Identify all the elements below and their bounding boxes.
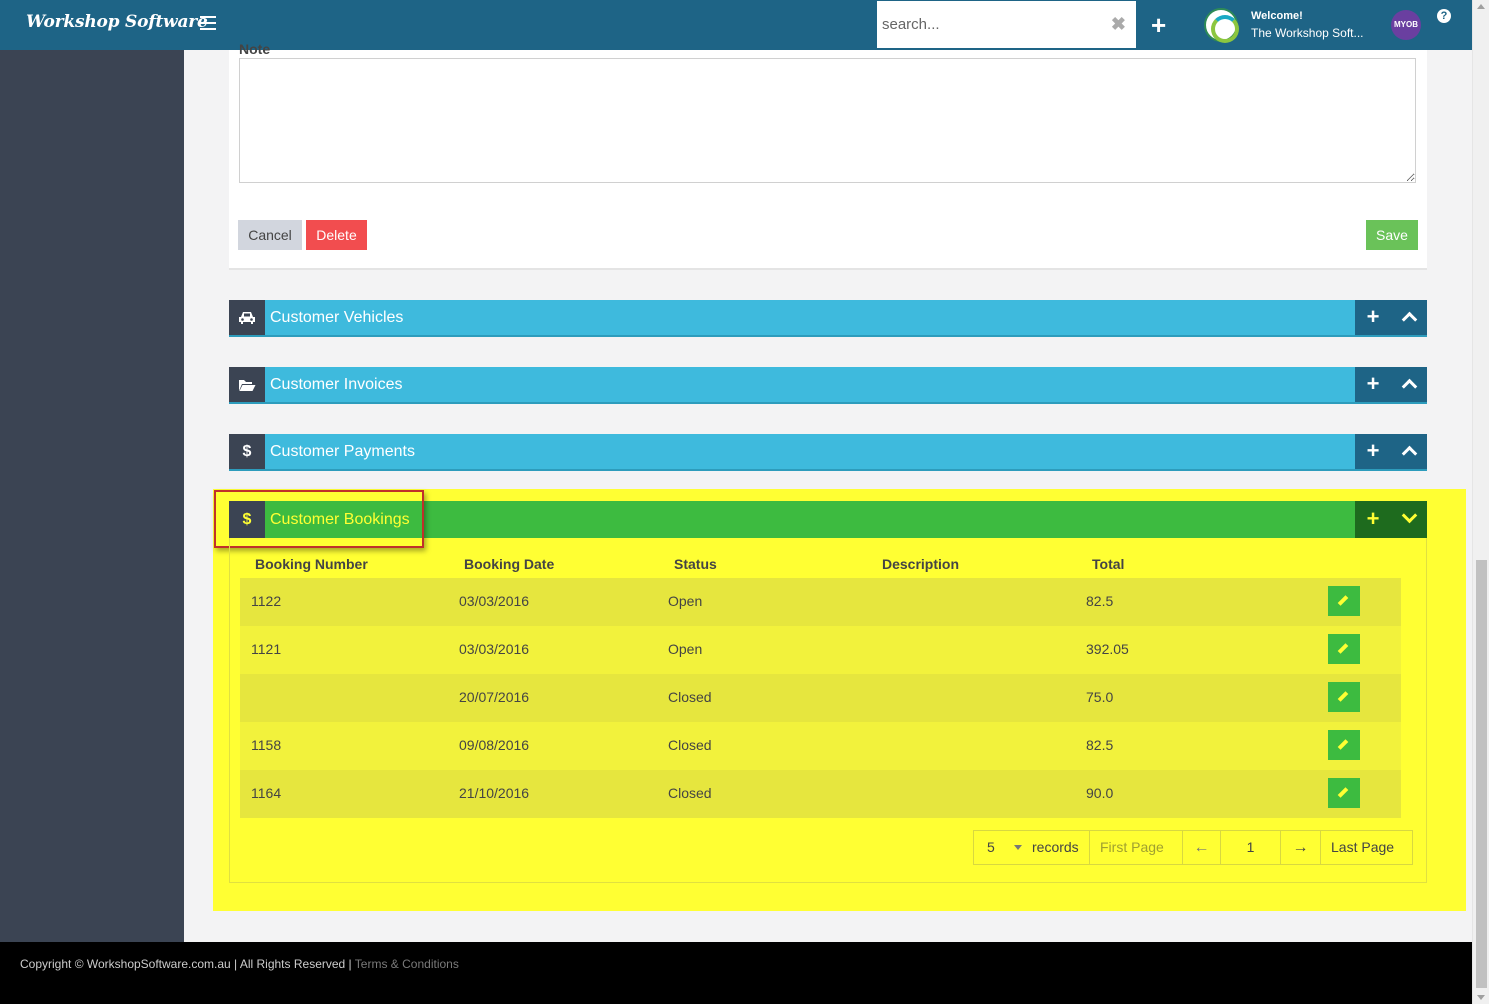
save-button[interactable]: Save xyxy=(1366,220,1418,250)
booking-status: Open xyxy=(668,593,703,609)
table-row: 1121 03/03/2016 Open 392.05 xyxy=(240,626,1401,674)
delete-button[interactable]: Delete xyxy=(306,220,367,250)
column-header-description[interactable]: Description xyxy=(882,556,959,572)
copyright-text: Copyright © WorkshopSoftware.com.au | Al… xyxy=(20,957,352,971)
add-payment-button[interactable]: + xyxy=(1355,434,1391,469)
booking-date: 09/08/2016 xyxy=(459,737,530,753)
column-header-status[interactable]: Status xyxy=(674,556,717,572)
terms-link[interactable]: Terms & Conditions xyxy=(355,957,459,971)
cancel-button[interactable]: Cancel xyxy=(238,220,302,250)
next-page-button[interactable]: → xyxy=(1281,831,1321,864)
booking-total: 82.5 xyxy=(1086,593,1114,609)
booking-date: 03/03/2016 xyxy=(459,593,530,609)
column-header-booking-number[interactable]: Booking Number xyxy=(255,556,368,572)
table-row: 1122 03/03/2016 Open 82.5 xyxy=(240,578,1401,626)
booking-number: 1158 xyxy=(251,737,282,753)
table-row: 20/07/2016 Closed 75.0 xyxy=(240,674,1401,722)
page-scrollbar[interactable] xyxy=(1472,0,1489,1004)
booking-total: 75.0 xyxy=(1086,689,1114,705)
section-title: Customer Invoices xyxy=(270,376,403,393)
edit-pencil-icon[interactable] xyxy=(1328,586,1360,616)
booking-total: 82.5 xyxy=(1086,737,1114,753)
welcome-label: Welcome! xyxy=(1251,10,1303,22)
scroll-up-icon[interactable] xyxy=(1477,4,1485,9)
booking-number: 1122 xyxy=(251,593,282,609)
scroll-down-icon[interactable] xyxy=(1477,995,1485,1000)
section-title: Customer Vehicles xyxy=(270,309,404,326)
add-new-icon[interactable]: + xyxy=(1151,12,1166,38)
workshop-logo-icon xyxy=(1204,8,1239,43)
add-vehicle-button[interactable]: + xyxy=(1355,300,1391,335)
add-invoice-button[interactable]: + xyxy=(1355,367,1391,402)
car-icon xyxy=(229,300,265,335)
edit-pencil-icon[interactable] xyxy=(1328,778,1360,808)
edit-pencil-icon[interactable] xyxy=(1328,634,1360,664)
customer-payments-header[interactable]: $ Customer Payments + xyxy=(229,434,1427,471)
note-label: Note xyxy=(239,41,271,57)
booking-number: 1121 xyxy=(251,641,282,657)
booking-total: 90.0 xyxy=(1086,785,1114,801)
collapse-payments-icon[interactable] xyxy=(1391,434,1427,469)
column-header-total[interactable]: Total xyxy=(1092,556,1124,572)
footer: Copyright © WorkshopSoftware.com.au | Al… xyxy=(0,942,1472,1004)
brand-logo[interactable]: Workshop Software xyxy=(26,12,208,32)
add-booking-button[interactable]: + xyxy=(1355,501,1391,538)
dollar-icon: $ xyxy=(229,434,265,469)
caret-down-icon xyxy=(1014,845,1022,850)
search-input[interactable] xyxy=(877,1,1102,48)
expand-bookings-icon[interactable] xyxy=(1391,501,1427,538)
section-title: Customer Payments xyxy=(270,443,415,460)
booking-status: Open xyxy=(668,641,703,657)
booking-status: Closed xyxy=(668,785,712,801)
table-row: 1164 21/10/2016 Closed 90.0 xyxy=(240,770,1401,818)
prev-page-button[interactable]: ← xyxy=(1183,831,1221,864)
first-page-button[interactable]: First Page xyxy=(1090,831,1183,864)
user-welcome[interactable]: Welcome! The Workshop Soft... xyxy=(1251,8,1364,42)
bookings-table: Booking Number Booking Date Status Descr… xyxy=(229,538,1427,883)
records-label: records xyxy=(1032,839,1079,855)
booking-number: 1164 xyxy=(251,785,282,801)
booking-status: Closed xyxy=(668,737,712,753)
page-size-select[interactable]: 5 records xyxy=(974,831,1090,864)
edit-pencil-icon[interactable] xyxy=(1328,682,1360,712)
table-row: 1158 09/08/2016 Closed 82.5 xyxy=(240,722,1401,770)
edit-pencil-icon[interactable] xyxy=(1328,730,1360,760)
page-size-value: 5 xyxy=(987,839,995,855)
booking-total: 392.05 xyxy=(1086,641,1129,657)
folder-open-icon xyxy=(229,367,265,402)
customer-vehicles-header[interactable]: Customer Vehicles + xyxy=(229,300,1427,337)
collapse-vehicles-icon[interactable] xyxy=(1391,300,1427,335)
last-page-button[interactable]: Last Page xyxy=(1321,831,1412,864)
current-page[interactable]: 1 xyxy=(1221,831,1281,864)
booking-date: 03/03/2016 xyxy=(459,641,530,657)
clear-search-icon[interactable]: ✖ xyxy=(1111,15,1126,33)
booking-date: 20/07/2016 xyxy=(459,689,530,705)
top-navbar: Workshop Software ✖ + Welcome! The Works… xyxy=(0,0,1472,50)
scroll-thumb[interactable] xyxy=(1476,560,1487,988)
sidebar xyxy=(0,50,184,942)
note-panel: Note Cancel Delete Save xyxy=(229,41,1427,270)
note-textarea[interactable] xyxy=(239,58,1416,183)
collapse-invoices-icon[interactable] xyxy=(1391,367,1427,402)
myob-icon[interactable]: MYOB xyxy=(1391,10,1421,40)
pagination: 5 records First Page ← 1 → Last Page xyxy=(973,830,1413,865)
booking-status: Closed xyxy=(668,689,712,705)
copyright: Copyright © WorkshopSoftware.com.au | Al… xyxy=(20,957,459,971)
column-header-booking-date[interactable]: Booking Date xyxy=(464,556,554,572)
search-box: ✖ xyxy=(877,1,1136,48)
booking-date: 21/10/2016 xyxy=(459,785,530,801)
customer-invoices-header[interactable]: Customer Invoices + xyxy=(229,367,1427,404)
help-icon[interactable]: ? xyxy=(1437,9,1451,23)
menu-toggle-icon[interactable] xyxy=(200,16,216,30)
account-name: The Workshop Soft... xyxy=(1251,26,1364,40)
